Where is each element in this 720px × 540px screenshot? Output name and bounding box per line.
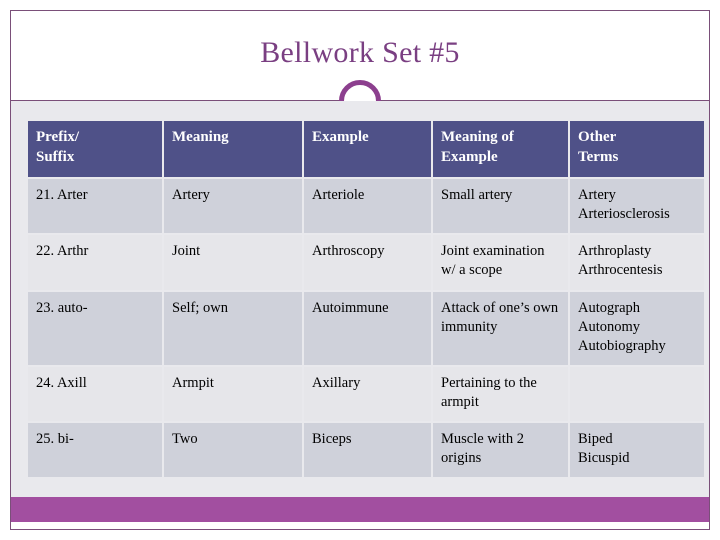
cell-prefix-suffix: 25. bi- — [28, 423, 162, 478]
cell-meaning-of-example: Pertaining to the armpit — [433, 366, 568, 422]
vocabulary-table: Prefix/ Suffix Meaning Example Meaning o… — [26, 119, 706, 479]
cell-prefix-suffix: 23. auto- — [28, 291, 162, 365]
cell-other-terms: Arthroplasty Arthrocentesis — [570, 235, 704, 290]
table-row: 25. bi- Two Biceps Muscle with 2 origins… — [28, 423, 704, 478]
cell-example: Arteriole — [304, 179, 431, 234]
other-term: Artery — [578, 187, 616, 203]
header-line: Suffix — [36, 148, 75, 165]
other-term: Autonomy — [578, 318, 641, 335]
column-header-meaning-of-example: Meaning of Example — [433, 121, 568, 177]
cell-meaning: Self; own — [164, 291, 302, 365]
cell-meaning-of-example: Small artery — [433, 179, 568, 234]
table-header-row: Prefix/ Suffix Meaning Example Meaning o… — [28, 121, 704, 177]
other-term: Arthrocentesis — [578, 262, 663, 279]
other-term: Bicuspid — [578, 450, 630, 467]
cell-meaning: Armpit — [164, 366, 302, 422]
header-line: Prefix/ — [36, 129, 80, 145]
cell-meaning: Joint — [164, 235, 302, 290]
cell-meaning-of-example: Attack of one’s own immunity — [433, 291, 568, 365]
cell-example: Axillary — [304, 366, 431, 422]
header-line: Meaning of — [441, 129, 514, 145]
table-row: 23. auto- Self; own Autoimmune Attack of… — [28, 291, 704, 365]
other-term: Arthroplasty — [578, 243, 652, 260]
column-header-example: Example — [304, 121, 431, 177]
header-line: Meaning — [172, 129, 229, 145]
table-row: 21. Arter Artery Arteriole Small artery … — [28, 179, 704, 234]
cell-example: Autoimmune — [304, 291, 431, 365]
header-line: Example — [312, 129, 369, 145]
cell-prefix-suffix: 21. Arter — [28, 179, 162, 234]
page-title: Bellwork Set #5 — [260, 36, 460, 69]
slide: Bellwork Set #5 Prefix/ Suffix Meaning E… — [0, 0, 720, 540]
other-term: Biped — [578, 431, 613, 448]
cell-other-terms — [570, 366, 704, 422]
cell-meaning: Artery — [164, 179, 302, 234]
column-header-prefix-suffix: Prefix/ Suffix — [28, 121, 162, 177]
cell-meaning: Two — [164, 423, 302, 478]
bottom-accent-bar — [11, 497, 709, 522]
cell-other-terms: Autograph Autonomy Autobiography — [570, 291, 704, 365]
table-row: 24. Axill Armpit Axillary Pertaining to … — [28, 366, 704, 422]
column-header-meaning: Meaning — [164, 121, 302, 177]
cell-example: Arthroscopy — [304, 235, 431, 290]
other-term: Autobiography — [578, 337, 666, 354]
header-line: Other — [578, 129, 617, 145]
header-line: Example — [441, 148, 498, 165]
column-header-other-terms: Other Terms — [570, 121, 704, 177]
cell-example: Biceps — [304, 423, 431, 478]
cell-other-terms: Artery Arteriosclerosis — [570, 179, 704, 234]
cell-meaning-of-example: Muscle with 2 origins — [433, 423, 568, 478]
cell-other-terms: Biped Bicuspid — [570, 423, 704, 478]
cell-prefix-suffix: 22. Arthr — [28, 235, 162, 290]
other-term: Autograph — [578, 299, 641, 316]
other-term: Arteriosclerosis — [578, 206, 670, 223]
header-line: Terms — [578, 148, 619, 165]
table-row: 22. Arthr Joint Arthroscopy Joint examin… — [28, 235, 704, 290]
cell-meaning-of-example: Joint examination w/ a scope — [433, 235, 568, 290]
cell-prefix-suffix: 24. Axill — [28, 366, 162, 422]
